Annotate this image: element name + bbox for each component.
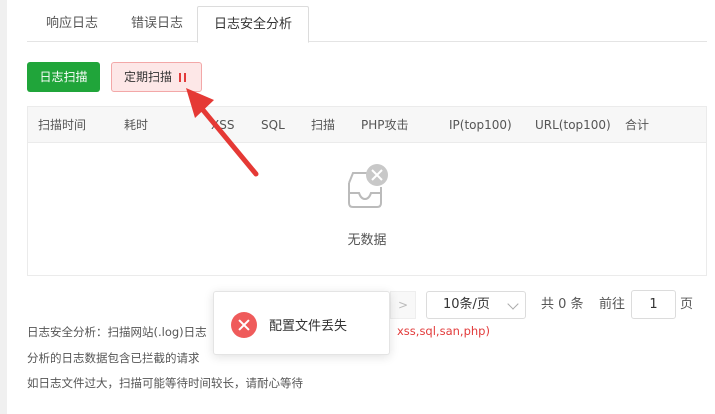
error-close-icon: [231, 312, 257, 338]
pager-goto-label: 前往: [599, 297, 626, 312]
schedule-scan-label: 定期扫描: [124, 70, 173, 84]
col-php-attack: PHP攻击: [361, 118, 409, 132]
col-scan-time: 扫描时间: [38, 118, 87, 132]
empty-inbox-icon: [348, 164, 388, 208]
scan-results-table: 扫描时间 耗时 XSS SQL 扫描 PHP攻击 IP(top100) URL(…: [27, 106, 707, 276]
schedule-scan-button[interactable]: 定期扫描: [111, 62, 202, 92]
page-number-input[interactable]: 1: [631, 290, 676, 319]
table-header: 扫描时间 耗时 XSS SQL 扫描 PHP攻击 IP(top100) URL(…: [28, 107, 706, 143]
next-page-button[interactable]: >: [390, 291, 416, 319]
tab-error-log[interactable]: 错误日志: [117, 6, 197, 42]
pause-icon: [179, 73, 187, 82]
col-scan: 扫描: [311, 118, 336, 132]
tab-bar: 响应日志 错误日志 日志安全分析: [27, 6, 707, 43]
col-sql: SQL: [261, 118, 285, 132]
note-line-1-red: xss,sql,san,php): [397, 324, 490, 338]
empty-state-text: 无数据: [347, 233, 387, 248]
tab-response-log[interactable]: 响应日志: [27, 6, 117, 42]
tab-log-security-analysis[interactable]: 日志安全分析: [197, 6, 309, 43]
note-line-2: 分析的日志数据包含已拦截的请求: [27, 351, 200, 365]
chevron-down-icon: [507, 298, 519, 310]
col-url-top100: URL(top100): [535, 118, 611, 132]
page-size-select[interactable]: 10条/页: [426, 291, 526, 319]
toast-message: 配置文件丢失: [269, 319, 348, 334]
col-total: 合计: [625, 118, 650, 132]
log-scan-button[interactable]: 日志扫描: [27, 62, 100, 92]
left-border: [0, 0, 7, 414]
pager-page-suffix: 页: [680, 297, 694, 312]
note-line-3: 如日志文件过大，扫描可能等待时间较长，请耐心等待: [27, 376, 303, 390]
pager-total: 共 0 条: [541, 297, 584, 312]
col-xss: XSS: [211, 118, 235, 132]
col-ip-top100: IP(top100): [449, 118, 512, 132]
page-size-value: 10条/页: [443, 297, 490, 312]
error-toast: 配置文件丢失: [213, 291, 390, 355]
col-duration: 耗时: [124, 118, 149, 132]
note-line-1: 日志安全分析：扫描网站(.log)日志: [27, 325, 207, 339]
